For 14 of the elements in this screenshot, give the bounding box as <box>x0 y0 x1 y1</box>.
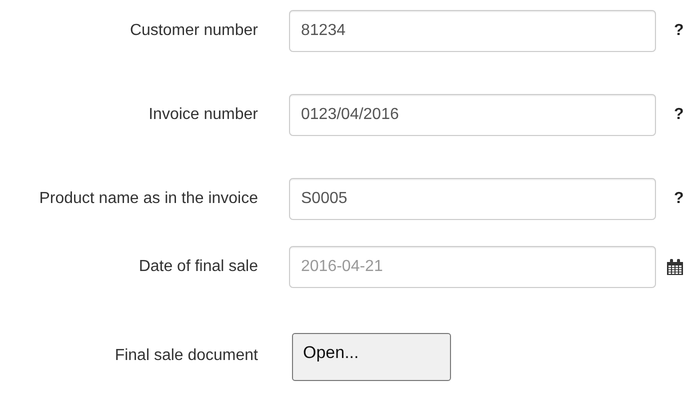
open-button[interactable]: Open... <box>292 333 451 381</box>
field-label: Customer number <box>130 21 258 41</box>
date-field[interactable]: 2016-04-21 <box>289 246 656 288</box>
help-icon[interactable]: ? <box>674 178 684 220</box>
calendar-icon[interactable] <box>667 259 683 275</box>
input-field[interactable]: 81234 <box>289 10 656 52</box>
field-label: Product name as in the invoice <box>39 189 258 209</box>
input-field[interactable]: S0005 <box>289 178 656 220</box>
input-field[interactable]: 0123/04/2016 <box>289 94 656 136</box>
field-label: Final sale document <box>114 346 258 366</box>
field-label: Invoice number <box>148 105 258 125</box>
help-icon[interactable]: ? <box>674 94 684 136</box>
field-label: Date of final sale <box>138 257 258 277</box>
help-icon[interactable]: ? <box>674 10 684 52</box>
